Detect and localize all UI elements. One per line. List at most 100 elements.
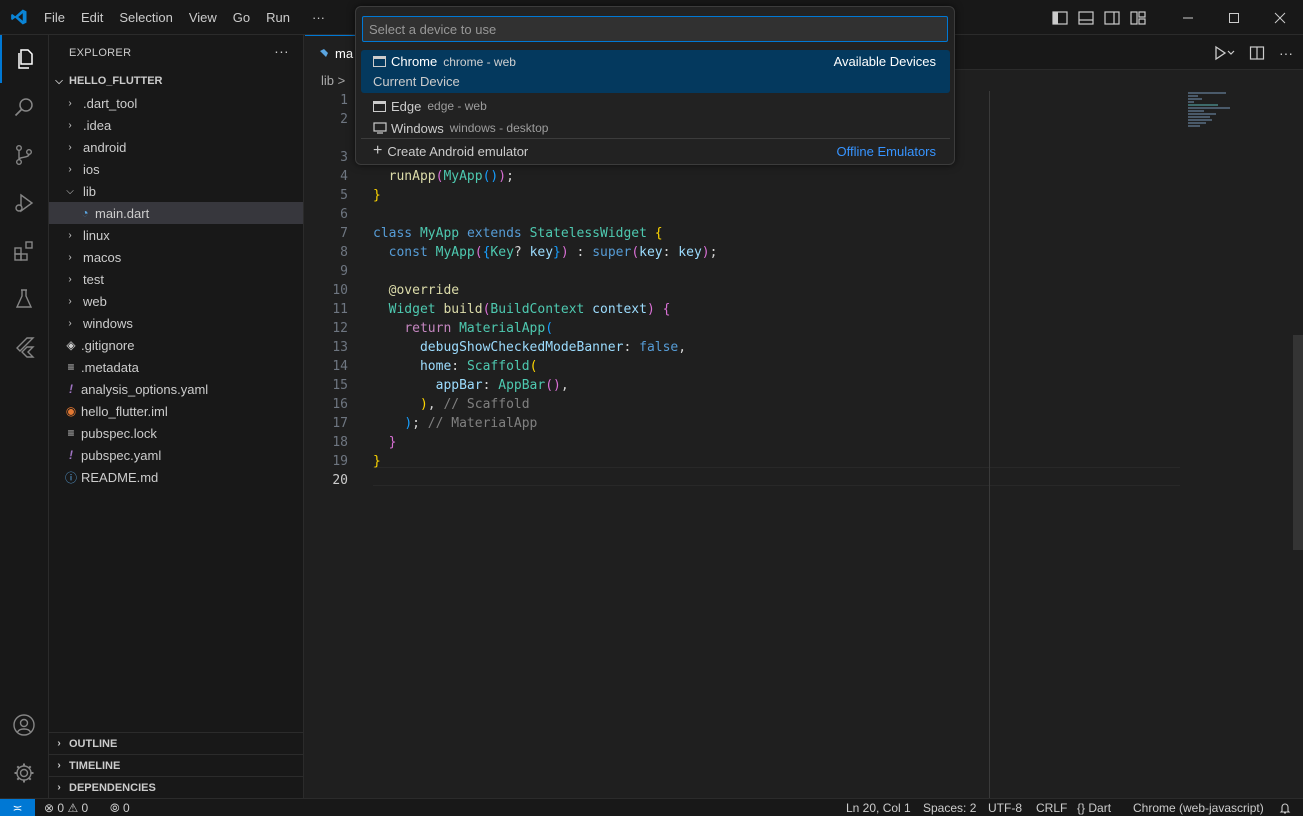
tree-item-idea[interactable]: › .idea <box>49 114 303 136</box>
tree-item-dart-tool[interactable]: › .dart_tool <box>49 92 303 114</box>
chevron-right-icon: › <box>68 119 72 131</box>
end-of-line[interactable]: CRLF <box>1036 799 1067 816</box>
source-control-icon[interactable] <box>0 131 48 179</box>
tree-item-readme-md[interactable]: ⓘ README.md <box>49 466 303 488</box>
tree-item-pubspec-yaml[interactable]: ! pubspec.yaml <box>49 444 303 466</box>
code-line-7: class MyApp extends StatelessWidget { <box>373 226 663 241</box>
maximize-icon[interactable] <box>1211 0 1257 35</box>
create-android-emulator-option[interactable]: + Create Android emulator Offline Emulat… <box>361 140 950 162</box>
line-number: 13 <box>332 340 348 355</box>
indentation[interactable]: Spaces: 2 <box>923 799 976 816</box>
tree-item-label: lib <box>83 183 97 199</box>
run-debug-dropdown-icon[interactable] <box>1213 45 1235 61</box>
quick-pick-separator <box>361 138 950 139</box>
section-outline[interactable]: › OUTLINE <box>49 732 303 754</box>
tree-item-metadata[interactable]: ≡ .metadata <box>49 356 303 378</box>
tree-item-label: README.md <box>81 469 159 485</box>
tree-item-pubspec-lock[interactable]: ≡ pubspec.lock <box>49 422 303 444</box>
project-root[interactable]: ⌵ HELLO_FLUTTER <box>49 70 303 92</box>
explorer-more-icon[interactable]: ··· <box>274 43 289 59</box>
tree-item-analysis-options-yaml[interactable]: ! analysis_options.yaml <box>49 378 303 400</box>
vertical-scrollbar[interactable] <box>1293 335 1303 550</box>
info-icon: ⓘ <box>64 470 77 485</box>
menu-file[interactable]: File <box>36 0 73 35</box>
code-line-15: appBar: AppBar(), <box>435 378 569 393</box>
device-desc-chrome: chrome - web <box>443 54 516 69</box>
menu-selection[interactable]: Selection <box>111 0 180 35</box>
menu-go[interactable]: Go <box>225 0 258 35</box>
device-option-edge[interactable]: Edge edge - web <box>361 95 950 117</box>
flutter-icon[interactable] <box>0 323 48 371</box>
accounts-icon[interactable] <box>0 701 48 749</box>
tree-item-label: android <box>83 139 127 155</box>
more-actions-icon[interactable]: ··· <box>1279 45 1293 61</box>
breadcrumb[interactable]: lib > <box>321 73 345 88</box>
chevron-right-icon: › <box>57 738 61 749</box>
line-number: 1 <box>340 93 348 108</box>
menu-more[interactable]: ··· <box>298 0 333 35</box>
device-search-input[interactable] <box>362 16 948 42</box>
plus-icon: + <box>373 142 383 159</box>
toggle-primary-sidebar-icon[interactable] <box>1047 0 1073 35</box>
code-line-14: home: Scaffold( <box>419 359 538 374</box>
close-icon[interactable] <box>1257 0 1303 35</box>
minimize-icon[interactable] <box>1165 0 1211 35</box>
tree-item-ios[interactable]: › ios <box>49 158 303 180</box>
language-mode[interactable]: {} Dart <box>1077 799 1111 816</box>
customize-layout-icon[interactable] <box>1125 0 1151 35</box>
manage-gear-icon[interactable] <box>0 749 48 797</box>
notifications-bell-icon[interactable] <box>1279 799 1291 816</box>
section-timeline[interactable]: › TIMELINE <box>49 754 303 776</box>
tree-item-linux[interactable]: › linux <box>49 224 303 246</box>
encoding[interactable]: UTF-8 <box>988 799 1022 816</box>
section-dependencies[interactable]: › DEPENDENCIES <box>49 776 303 798</box>
run-debug-icon[interactable] <box>0 179 48 227</box>
cursor-position[interactable]: Ln 20, Col 1 <box>846 799 911 816</box>
testing-icon[interactable] <box>0 275 48 323</box>
search-icon[interactable] <box>0 83 48 131</box>
toggle-panel-icon[interactable] <box>1073 0 1099 35</box>
tree-item-hello-flutter-iml[interactable]: ◉ hello_flutter.iml <box>49 400 303 422</box>
split-editor-icon[interactable] <box>1249 45 1265 61</box>
minimap[interactable] <box>1188 91 1288 141</box>
menu-run[interactable]: Run <box>258 0 298 35</box>
yaml-file-icon: ! <box>69 382 73 396</box>
device-quick-pick: Chrome chrome - web Current Device Avail… <box>355 6 955 165</box>
toggle-secondary-sidebar-icon[interactable] <box>1099 0 1125 35</box>
activity-bar <box>0 35 49 798</box>
tree-item-main-dart[interactable]: ◔ main.dart <box>49 202 303 224</box>
ports-count: 0 <box>122 801 130 815</box>
tree-item-label: linux <box>83 227 110 243</box>
tree-item-web[interactable]: › web <box>49 290 303 312</box>
device-option-windows[interactable]: Windows windows - desktop <box>361 117 950 139</box>
tree-item-android[interactable]: › android <box>49 136 303 158</box>
line-number: 17 <box>332 416 348 431</box>
chevron-right-icon: › <box>68 295 72 307</box>
git-icon: ◈ <box>66 338 76 352</box>
flutter-device[interactable]: Chrome (web-javascript) <box>1133 799 1264 816</box>
tree-item-label: main.dart <box>95 205 150 221</box>
line-number: 5 <box>340 188 348 203</box>
remote-indicator-icon[interactable]: ≍ <box>0 799 35 816</box>
menu-bar: File Edit Selection View Go Run ··· <box>36 0 333 35</box>
tree-item-lib[interactable]: ⌵ lib <box>49 180 303 202</box>
device-option-chrome[interactable]: Chrome chrome - web Current Device Avail… <box>361 50 950 93</box>
chevron-down-icon: ⌵ <box>66 185 74 197</box>
problems-indicator[interactable]: ⊗ 0 ⚠ 0 <box>44 799 88 816</box>
tree-item-test[interactable]: › test <box>49 268 303 290</box>
device-label-edge: Edge <box>391 98 422 114</box>
explorer-icon[interactable] <box>0 35 48 83</box>
menu-view[interactable]: View <box>181 0 225 35</box>
line-number: 16 <box>332 397 348 412</box>
vscode-logo-icon[interactable] <box>10 8 28 26</box>
tree-item-label: web <box>83 293 107 309</box>
explorer-title: EXPLORER <box>69 46 132 59</box>
ports-indicator[interactable]: ⦾ 0 <box>110 799 130 816</box>
text-file-icon: ≡ <box>67 426 75 440</box>
tree-item-macos[interactable]: › macos <box>49 246 303 268</box>
menu-edit[interactable]: Edit <box>73 0 111 35</box>
extensions-icon[interactable] <box>0 227 48 275</box>
line-number: 20 <box>332 473 348 488</box>
tree-item-gitignore[interactable]: ◈ .gitignore <box>49 334 303 356</box>
tree-item-windows[interactable]: › windows <box>49 312 303 334</box>
